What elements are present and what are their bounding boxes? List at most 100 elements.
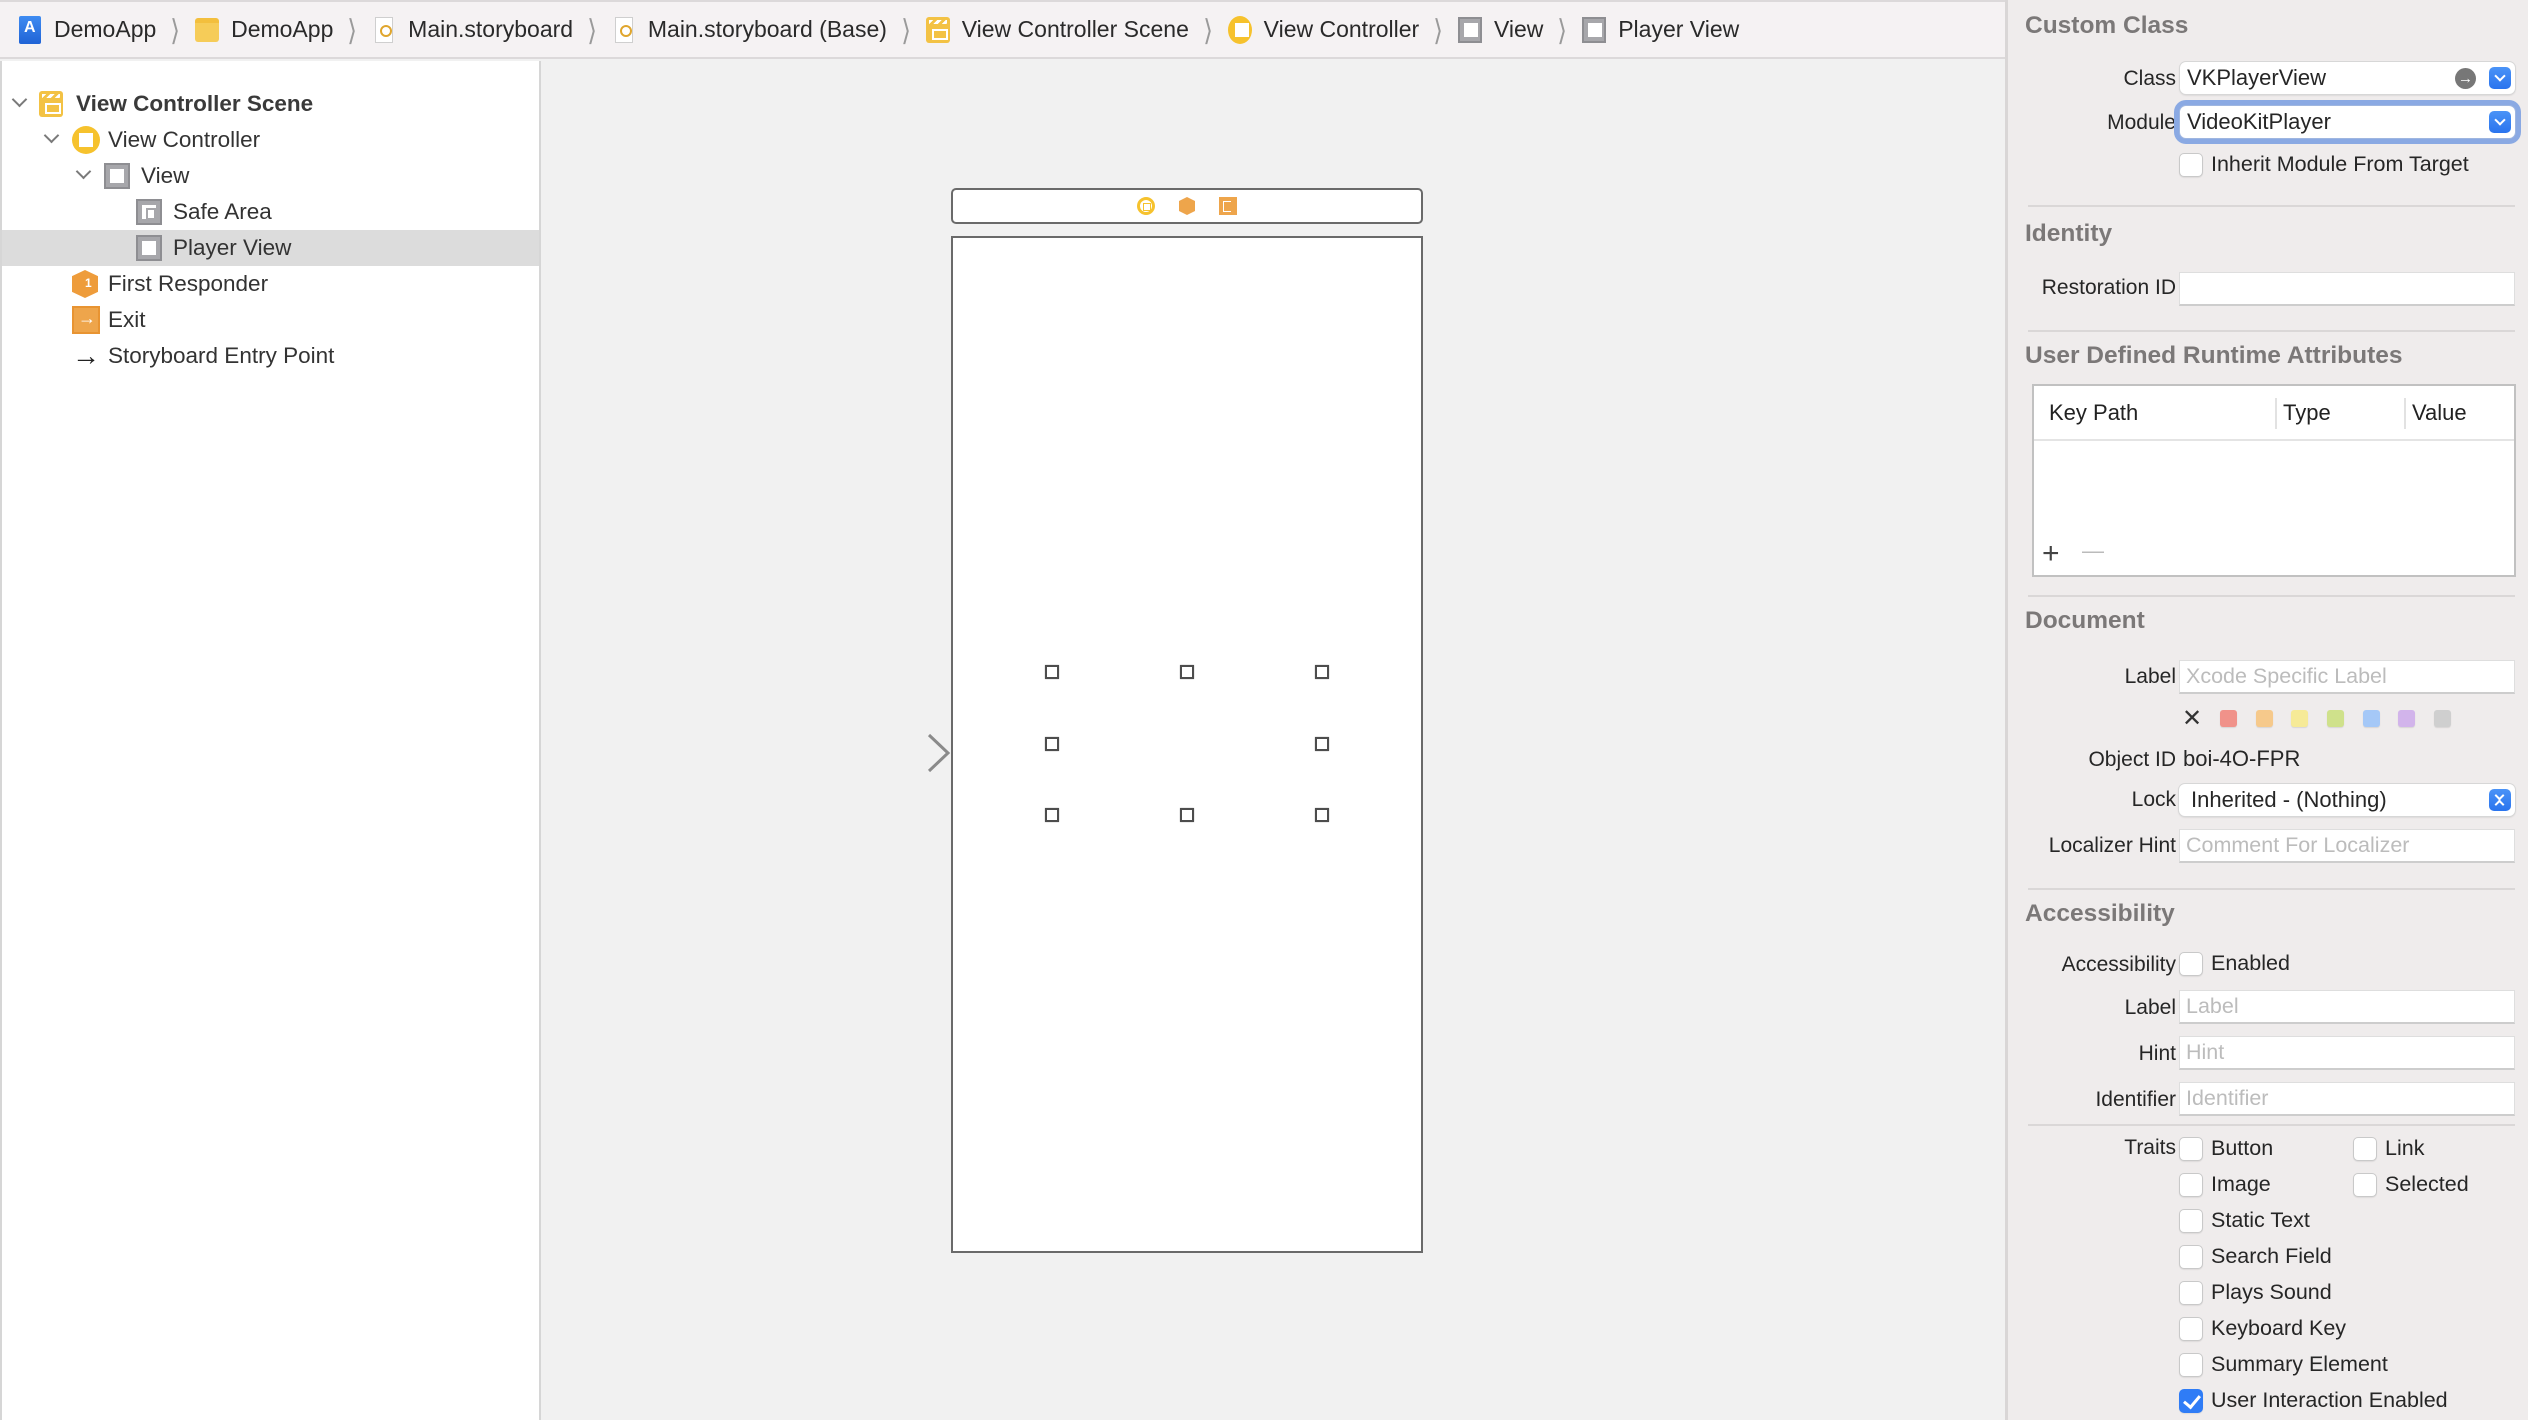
outline-item-exit[interactable]: Exit [2, 302, 539, 338]
entry-arrow-icon: → [72, 340, 100, 371]
first-responder-icon [72, 270, 98, 298]
resize-handle-bottom-right[interactable] [1315, 808, 1329, 822]
outline-item-view-controller-scene[interactable]: View Controller Scene [2, 86, 539, 122]
column-header-key-path[interactable]: Key Path [2049, 400, 2138, 426]
add-attribute-button[interactable]: + [2042, 539, 2060, 569]
player-view-frame[interactable] [951, 236, 1423, 1253]
breadcrumb-storyboard[interactable]: Main.storyboard [372, 16, 573, 44]
color-label-green[interactable] [2327, 710, 2344, 727]
breadcrumb-storyboard-base[interactable]: Main.storyboard (Base) [612, 16, 887, 44]
resize-handle-left[interactable] [1045, 737, 1059, 751]
view-icon [104, 163, 130, 189]
restoration-id-field[interactable] [2179, 272, 2515, 306]
go-to-class-arrow-icon[interactable]: → [2455, 67, 2476, 89]
column-header-type[interactable]: Type [2283, 400, 2331, 426]
trait-image-checkbox[interactable] [2179, 1173, 2203, 1197]
trait-button-checkbox[interactable] [2179, 1137, 2203, 1161]
accessibility-label-input[interactable] [2186, 991, 2514, 1022]
trait-search-field-checkbox[interactable] [2179, 1245, 2203, 1269]
trait-plays-sound-checkbox[interactable] [2179, 1281, 2203, 1305]
trait-keyboard-key-checkbox[interactable] [2179, 1317, 2203, 1341]
color-label-blue[interactable] [2363, 710, 2380, 727]
color-label-red[interactable] [2220, 710, 2237, 727]
inherit-module-checkbox[interactable] [2179, 153, 2203, 177]
storyboard-canvas[interactable] [543, 61, 2005, 1420]
runtime-attributes-table[interactable]: Key Path Type Value + — [2032, 384, 2516, 577]
trait-link-checkbox[interactable] [2353, 1137, 2377, 1161]
resize-handle-right[interactable] [1315, 737, 1329, 751]
column-divider[interactable] [2275, 398, 2277, 429]
restoration-id-label: Restoration ID [2041, 276, 2176, 299]
outline-item-view[interactable]: View [2, 158, 539, 194]
trait-static-text-checkbox[interactable] [2179, 1209, 2203, 1233]
folder-icon [195, 16, 220, 44]
exit-icon[interactable] [1219, 197, 1237, 215]
accessibility-hint-field[interactable] [2179, 1036, 2515, 1070]
remove-attribute-button[interactable]: — [2082, 536, 2104, 566]
chevron-right-icon: ❭ [1556, 14, 1569, 44]
trait-selected-checkbox[interactable] [2353, 1173, 2377, 1197]
accessibility-identifier-field[interactable] [2179, 1082, 2515, 1116]
outline-label: View Controller [108, 127, 261, 152]
color-label-orange[interactable] [2256, 710, 2273, 727]
breadcrumb-player-view[interactable]: Player View [1582, 16, 1739, 44]
restoration-id-input[interactable] [2186, 273, 2514, 304]
class-combobox[interactable]: VKPlayerView → [2180, 62, 2515, 94]
column-divider[interactable] [2404, 398, 2406, 429]
breadcrumb-scene[interactable]: View Controller Scene [925, 16, 1189, 44]
outline-item-first-responder[interactable]: First Responder [2, 266, 539, 302]
module-label: Module [2107, 111, 2176, 134]
document-label-input[interactable] [2186, 661, 2514, 692]
view-icon [1457, 16, 1482, 44]
breadcrumb-project[interactable]: DemoApp [18, 15, 156, 44]
first-responder-icon[interactable] [1179, 197, 1195, 215]
localizer-hint-field[interactable] [2179, 829, 2515, 863]
accessibility-label-field[interactable] [2179, 990, 2515, 1024]
accessibility-hint-input[interactable] [2186, 1037, 2514, 1068]
resize-handle-bottom[interactable] [1180, 808, 1194, 822]
resize-handle-top-right[interactable] [1315, 665, 1329, 679]
color-label-yellow[interactable] [2291, 710, 2308, 727]
lock-value: Inherited - (Nothing) [2191, 787, 2387, 812]
resize-handle-top[interactable] [1180, 665, 1194, 679]
module-combobox[interactable]: VideoKitPlayer [2180, 106, 2515, 138]
outline-item-player-view[interactable]: Player View [2, 230, 539, 266]
outline-label: View Controller Scene [76, 91, 314, 116]
outline-item-view-controller[interactable]: View Controller [2, 122, 539, 158]
chevron-down-icon[interactable] [2489, 67, 2511, 89]
trait-summary-element-checkbox[interactable] [2179, 1353, 2203, 1377]
class-value: VKPlayerView [2187, 65, 2326, 90]
section-title-identity: Identity [2025, 220, 2113, 247]
document-outline: View Controller Scene View Controller Vi… [0, 61, 541, 1420]
lock-popup[interactable]: Inherited - (Nothing) [2179, 784, 2515, 816]
view-controller-icon[interactable] [1137, 197, 1155, 215]
chevron-down-icon[interactable] [2489, 111, 2511, 133]
clear-color-label-icon[interactable]: ✕ [2182, 704, 2202, 733]
disclosure-chevron-icon[interactable] [75, 168, 91, 184]
divider [2028, 1124, 2515, 1126]
outline-item-storyboard-entry-point[interactable]: → Storyboard Entry Point [2, 338, 539, 374]
disclosure-chevron-icon[interactable] [11, 96, 27, 112]
section-title-accessibility: Accessibility [2025, 900, 2175, 927]
disclosure-chevron-icon[interactable] [43, 132, 59, 148]
trait-button-label: Button [2211, 1136, 2274, 1160]
breadcrumb-group[interactable]: DemoApp [195, 16, 333, 44]
trait-user-interaction-enabled-checkbox[interactable] [2179, 1389, 2203, 1413]
jump-bar: DemoApp ❭ DemoApp ❭ Main.storyboard ❭ Ma… [0, 0, 2005, 59]
color-label-purple[interactable] [2398, 710, 2415, 727]
accessibility-enabled-checkbox[interactable] [2179, 952, 2203, 976]
document-label-field[interactable] [2179, 660, 2515, 694]
outline-item-safe-area[interactable]: Safe Area [2, 194, 539, 230]
localizer-hint-input[interactable] [2186, 830, 2514, 861]
column-header-value[interactable]: Value [2412, 400, 2467, 426]
color-label-gray[interactable] [2434, 710, 2451, 727]
breadcrumb-view-controller[interactable]: View Controller [1227, 15, 1419, 44]
view-icon [136, 235, 162, 261]
exit-icon [72, 306, 100, 334]
resize-handle-top-left[interactable] [1045, 665, 1059, 679]
accessibility-identifier-input[interactable] [2186, 1083, 2514, 1114]
breadcrumb-view[interactable]: View [1457, 16, 1543, 44]
accessibility-identifier-label: Identifier [2095, 1088, 2176, 1111]
resize-handle-bottom-left[interactable] [1045, 808, 1059, 822]
storyboard-entry-arrow-icon[interactable] [838, 733, 951, 773]
